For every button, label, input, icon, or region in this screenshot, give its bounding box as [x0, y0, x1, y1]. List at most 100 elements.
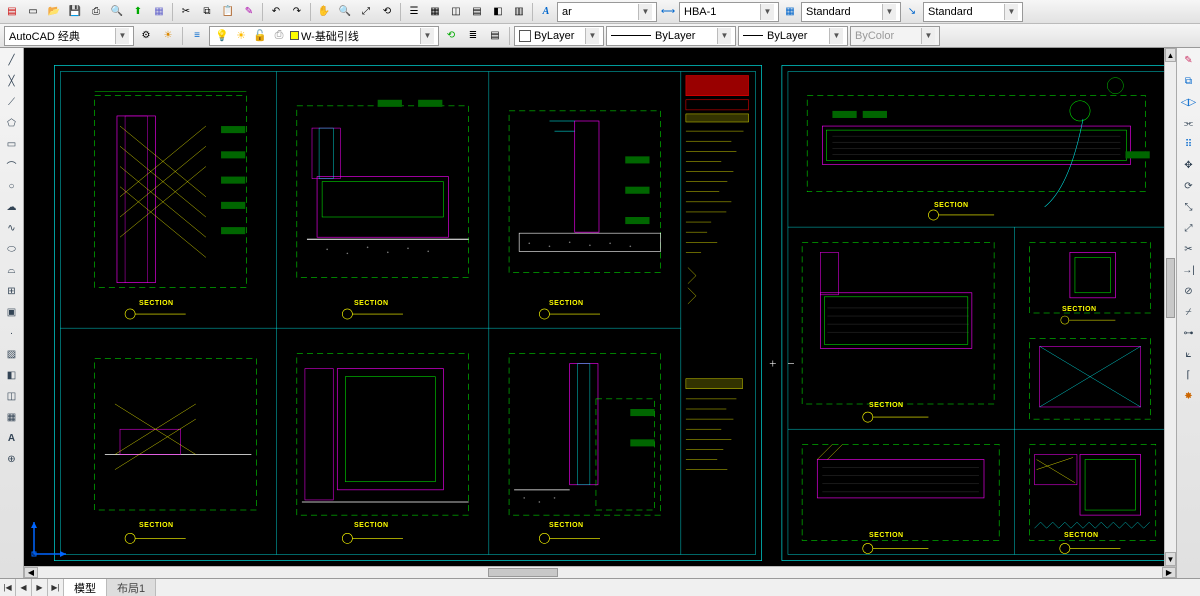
tab-prev-icon[interactable]: ◀	[16, 579, 32, 596]
vertical-scrollbar[interactable]: ▲ ▼	[1164, 48, 1176, 566]
mtext-icon[interactable]: A	[2, 428, 22, 448]
polyline-icon[interactable]: ⟋	[2, 92, 22, 112]
layer-properties-icon[interactable]: ≡	[187, 26, 207, 46]
circle-icon[interactable]: ○	[2, 176, 22, 196]
mleader-style-button[interactable]: ↘	[902, 2, 922, 22]
paste-icon[interactable]: 📋	[218, 2, 238, 22]
model-space-canvas[interactable]: SECTION SECTION SECTION SECTION SECTION …	[24, 48, 1176, 578]
revcloud-icon[interactable]: ☁	[2, 197, 22, 217]
explode-icon[interactable]: ✸	[1179, 386, 1199, 406]
layer-dropdown[interactable]: 💡 ☀ 🔓 ⎙ W-基础引线 ▼	[209, 26, 439, 46]
tab-last-icon[interactable]: ▶|	[48, 579, 64, 596]
scrollbar-thumb[interactable]	[488, 568, 558, 577]
new-icon[interactable]: ▭	[23, 2, 43, 22]
tool-palettes-icon[interactable]: ◫	[446, 2, 466, 22]
scale-icon[interactable]: ⤡	[1179, 197, 1199, 217]
publish-icon[interactable]: ⬆	[128, 2, 148, 22]
scroll-right-icon[interactable]: ▶	[1162, 567, 1176, 578]
cut-icon[interactable]: ✂	[176, 2, 196, 22]
tab-first-icon[interactable]: |◀	[0, 579, 16, 596]
text-style-button[interactable]: A	[536, 2, 556, 22]
zoom-previous-icon[interactable]: ⟲	[377, 2, 397, 22]
line-icon[interactable]: ╱	[2, 50, 22, 70]
chamfer-icon[interactable]: ⟀	[1179, 344, 1199, 364]
undo-icon[interactable]: ↶	[266, 2, 286, 22]
dim-style-button[interactable]: ⟷	[658, 2, 678, 22]
open-icon[interactable]: 📂	[44, 2, 64, 22]
rotate-icon[interactable]: ⟳	[1179, 176, 1199, 196]
sheet-set-icon[interactable]: ▤	[467, 2, 487, 22]
pan-icon[interactable]: ✋	[314, 2, 334, 22]
break-icon[interactable]: ⌿	[1179, 302, 1199, 322]
polygon-icon[interactable]: ⬠	[2, 113, 22, 133]
arc-icon[interactable]: ⌒	[2, 155, 22, 175]
scrollbar-track[interactable]	[1165, 62, 1176, 552]
layer-states-icon[interactable]: ≣	[463, 26, 483, 46]
lineweight-dropdown[interactable]: ByLayer ▼	[738, 26, 848, 46]
workspace-dropdown[interactable]: AutoCAD 经典 ▼	[4, 26, 134, 46]
chevron-down-icon: ▼	[829, 28, 843, 44]
extend-icon[interactable]: →|	[1179, 260, 1199, 280]
markup-icon[interactable]: ◧	[488, 2, 508, 22]
scroll-down-icon[interactable]: ▼	[1165, 552, 1176, 566]
lightbulb-icon: 💡	[214, 28, 230, 44]
workspace-settings-icon[interactable]: ⚙	[136, 26, 156, 46]
array-icon[interactable]: ⠿	[1179, 134, 1199, 154]
table-style-dropdown[interactable]: Standard ▼	[801, 2, 901, 22]
plotstyle-dropdown[interactable]: ByColor ▼	[850, 26, 940, 46]
tab-model[interactable]: 模型	[64, 579, 107, 596]
rectangle-icon[interactable]: ▭	[2, 134, 22, 154]
hatch-icon[interactable]: ▨	[2, 344, 22, 364]
redo-icon[interactable]: ↷	[287, 2, 307, 22]
addselected-icon[interactable]: ⊕	[2, 449, 22, 469]
ellipse-icon[interactable]: ⬭	[2, 239, 22, 259]
fillet-icon[interactable]: ⌈	[1179, 365, 1199, 385]
copy-icon[interactable]: ⧉	[197, 2, 217, 22]
horizontal-scrollbar[interactable]: ◀ ▶	[24, 566, 1176, 578]
scroll-left-icon[interactable]: ◀	[24, 567, 38, 578]
zoom-window-icon[interactable]: ⤢	[356, 2, 376, 22]
construction-line-icon[interactable]: ╳	[2, 71, 22, 91]
design-center-icon[interactable]: ▦	[425, 2, 445, 22]
calculator-icon[interactable]: ▥	[509, 2, 529, 22]
region-icon[interactable]: ◫	[2, 386, 22, 406]
properties-icon[interactable]: ☰	[404, 2, 424, 22]
layer-prev-icon[interactable]: ⟲	[441, 26, 461, 46]
move-icon[interactable]: ✥	[1179, 155, 1199, 175]
print-icon[interactable]: ⎙	[86, 2, 106, 22]
dim-style-dropdown[interactable]: HBA-1 ▼	[679, 2, 779, 22]
ellipse-arc-icon[interactable]: ⌓	[2, 260, 22, 280]
color-dropdown[interactable]: ByLayer ▼	[514, 26, 604, 46]
erase-icon[interactable]: ✎	[1179, 50, 1199, 70]
zoom-realtime-icon[interactable]: 🔍	[335, 2, 355, 22]
point-icon[interactable]: ·	[2, 323, 22, 343]
scrollbar-thumb[interactable]	[1166, 258, 1175, 318]
insert-block-icon[interactable]: ⊞	[2, 281, 22, 301]
workspace-save-icon[interactable]: ☀	[158, 26, 178, 46]
pdf-icon[interactable]: ▤	[2, 2, 22, 22]
stretch-icon[interactable]: ⤢	[1179, 218, 1199, 238]
break-point-icon[interactable]: ⊘	[1179, 281, 1199, 301]
copy-obj-icon[interactable]: ⧉	[1179, 71, 1199, 91]
tab-next-icon[interactable]: ▶	[32, 579, 48, 596]
offset-icon[interactable]: ⫘	[1179, 113, 1199, 133]
print-preview-icon[interactable]: 🔍	[107, 2, 127, 22]
mirror-icon[interactable]: ◁▷	[1179, 92, 1199, 112]
scroll-up-icon[interactable]: ▲	[1165, 48, 1176, 62]
match-props-icon[interactable]: ✎	[239, 2, 259, 22]
table-style-button[interactable]: ▦	[780, 2, 800, 22]
table-icon[interactable]: ▦	[2, 407, 22, 427]
join-icon[interactable]: ⊶	[1179, 323, 1199, 343]
block-icon[interactable]: ▦	[149, 2, 169, 22]
text-style-dropdown[interactable]: ar ▼	[557, 2, 657, 22]
gradient-icon[interactable]: ◧	[2, 365, 22, 385]
mleader-style-dropdown[interactable]: Standard ▼	[923, 2, 1023, 22]
trim-icon[interactable]: ✂	[1179, 239, 1199, 259]
tab-layout1[interactable]: 布局1	[107, 579, 156, 596]
save-icon[interactable]: 💾	[65, 2, 85, 22]
make-block-icon[interactable]: ▣	[2, 302, 22, 322]
spline-icon[interactable]: ∿	[2, 218, 22, 238]
linetype-dropdown[interactable]: ByLayer ▼	[606, 26, 736, 46]
scrollbar-track[interactable]	[38, 567, 1162, 578]
layer-filter-icon[interactable]: ▤	[485, 26, 505, 46]
